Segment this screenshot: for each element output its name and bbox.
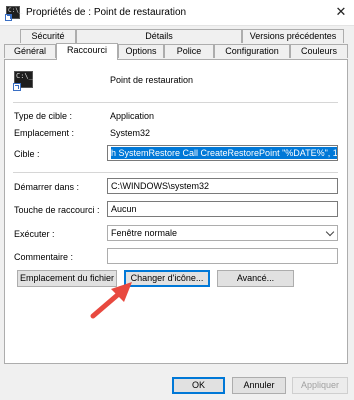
shortcut-arrow-icon (13, 83, 21, 91)
target-type-value: Application (110, 111, 155, 121)
comment-input[interactable] (107, 248, 338, 264)
open-file-location-button[interactable]: Emplacement du fichier (17, 270, 117, 287)
target-input[interactable]: h SystemRestore Call CreateRestorePoint … (107, 145, 338, 161)
tab-couleurs[interactable]: Couleurs (290, 44, 348, 58)
run-label: Exécuter : (14, 229, 55, 239)
shortcut-name: Point de restauration (110, 75, 194, 85)
tab-options[interactable]: Options (118, 44, 164, 58)
tab-versions-precedentes[interactable]: Versions précédentes (242, 29, 344, 43)
hotkey-label: Touche de raccourci : (14, 205, 100, 215)
tab-raccourci[interactable]: Raccourci (56, 43, 118, 60)
console-shortcut-icon: C:\_ (13, 71, 33, 91)
run-select[interactable]: Fenêtre normale (107, 225, 338, 241)
tab-details[interactable]: Détails (76, 29, 242, 43)
window-title: Propriétés de : Point de restauration (26, 7, 187, 18)
ok-button[interactable]: OK (172, 377, 225, 394)
tab-configuration[interactable]: Configuration (214, 44, 290, 58)
hotkey-input[interactable]: Aucun (107, 201, 338, 217)
console-shortcut-icon: C:\_ (5, 6, 22, 21)
target-label: Cible : (14, 149, 40, 159)
start-in-input[interactable]: C:\WINDOWS\system32 (107, 178, 338, 194)
chevron-down-icon (325, 227, 335, 237)
change-icon-button[interactable]: Changer d'icône... (124, 270, 210, 287)
tab-general[interactable]: Général (4, 44, 56, 58)
start-in-label: Démarrer dans : (14, 182, 80, 192)
run-select-value: Fenêtre normale (111, 228, 178, 238)
target-input-text: h SystemRestore Call CreateRestorePoint … (111, 147, 337, 159)
close-icon[interactable]: ✕ (332, 4, 350, 20)
title-bar: C:\_ Propriétés de : Point de restaurati… (0, 0, 354, 26)
advanced-button[interactable]: Avancé... (217, 270, 294, 287)
cancel-button[interactable]: Annuler (232, 377, 286, 394)
tab-securite[interactable]: Sécurité (20, 29, 76, 43)
tab-police[interactable]: Police (164, 44, 214, 58)
shortcut-arrow-icon (5, 14, 12, 21)
comment-label: Commentaire : (14, 252, 74, 262)
location-value: System32 (110, 128, 151, 138)
divider (13, 102, 338, 103)
divider (13, 172, 338, 173)
apply-button: Appliquer (292, 377, 348, 394)
target-type-label: Type de cible : (14, 111, 73, 121)
location-label: Emplacement : (14, 128, 75, 138)
